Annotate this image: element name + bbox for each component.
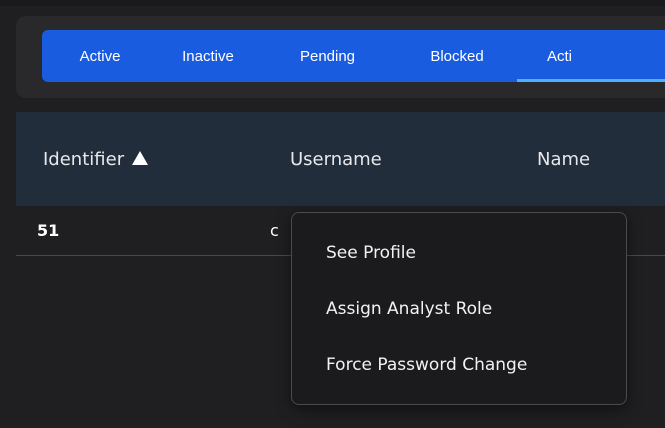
menu-item-see-profile[interactable]: See Profile [292, 229, 626, 277]
top-strip [0, 0, 665, 6]
sort-ascending-icon[interactable] [132, 151, 149, 165]
cell-username: c [270, 220, 279, 240]
column-header-label: Username [290, 148, 382, 170]
column-header-label: Name [537, 148, 591, 170]
tab-pending[interactable]: Pending [258, 30, 397, 82]
menu-item-force-password-change[interactable]: Force Password Change [292, 341, 626, 389]
status-tab-bar: Active Inactive Pending Blocked Acti [42, 30, 665, 82]
column-header-username[interactable]: Username [290, 112, 382, 206]
column-header-identifier[interactable]: Identifier [43, 112, 149, 206]
cell-identifier: 51 [37, 220, 60, 240]
page: Active Inactive Pending Blocked Acti Ide… [0, 0, 665, 428]
tab-active[interactable]: Active [42, 30, 158, 82]
menu-item-assign-analyst-role[interactable]: Assign Analyst Role [292, 285, 626, 333]
row-context-menu: See Profile Assign Analyst Role Force Pa… [291, 212, 627, 405]
tab-active-selected[interactable]: Acti [517, 30, 665, 82]
tab-inactive[interactable]: Inactive [158, 30, 258, 82]
table-header: Identifier Username Name [16, 112, 665, 206]
column-header-name[interactable]: Name [537, 112, 590, 206]
tab-blocked[interactable]: Blocked [397, 30, 517, 82]
column-header-label: Identifier [43, 148, 125, 170]
